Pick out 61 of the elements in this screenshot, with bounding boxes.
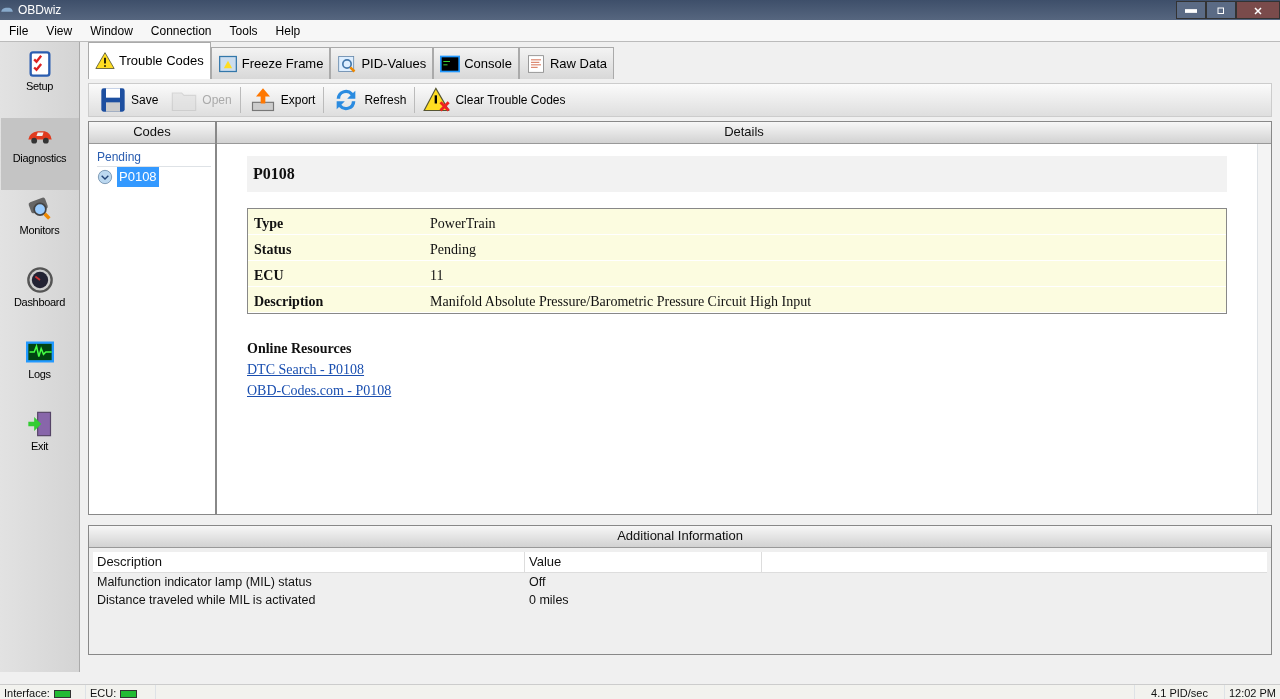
menu-item[interactable]: Help [266,18,310,43]
warning-clear-icon [423,86,452,114]
status-label: ECU: [90,686,117,699]
toolbar-button[interactable]: Export [244,84,320,116]
field-value: 11 [429,267,445,285]
table-cell-text: Malfunction indicator lamp (MIL) status [96,573,313,591]
maximize-button[interactable] [1206,1,1236,19]
sidebar-item[interactable]: Setup [0,46,79,118]
menu-item[interactable]: Connection [141,18,221,43]
panel-header: Additional Information [89,526,1271,548]
gauge-icon [25,266,54,294]
expand-icon [97,168,113,185]
status-text: 4.1 PID/sec [1134,685,1224,699]
field-value: Manifold Absolute Pressure/Barometric Pressure Circuit High Input [429,293,813,311]
menu-item[interactable]: Tools [220,18,267,43]
section-title: Online Resources [247,340,353,358]
exit-door-icon [25,410,54,438]
field-value: PowerTrain [429,215,497,233]
close-button[interactable] [1236,1,1280,19]
sidebar-item[interactable]: Logs [0,334,79,406]
toolbar-button[interactable]: Clear Trouble Codes [419,84,570,116]
tab[interactable]: Freeze Frame [210,47,331,79]
field-label: ECU [253,267,285,285]
tab[interactable]: Raw Data [518,47,614,79]
minimize-button[interactable] [1176,1,1206,19]
tab[interactable]: Trouble Codes [88,42,211,79]
column-header: Description [93,552,525,572]
status-time: 12:02 PM [1223,685,1280,699]
calendar-warning-icon [217,53,238,74]
menu-item[interactable]: Window [81,18,142,43]
tab[interactable]: PID-Values [330,47,434,79]
toolbar-button[interactable]: Refresh [328,84,411,116]
sidebar-item[interactable]: Dashboard [0,262,79,334]
table-cell-text: 0 miles [528,592,570,610]
table-cell-text: Off [528,573,547,591]
warning-icon [95,51,115,71]
window-title: OBDwiz [18,2,62,19]
column-header: Value [525,552,762,572]
sidebar-item[interactable]: Monitors [0,190,79,262]
status-label: Interface: [4,686,50,699]
field-label: Status [253,241,293,259]
resource-link[interactable]: DTC Search - P0108 [247,362,365,377]
sidebar-item[interactable]: Exit [0,406,79,478]
code-title: P0108 [247,156,1227,192]
magnifier-icon [337,53,358,74]
document-icon [525,53,546,74]
field-label: Type [253,215,285,233]
resource-link[interactable]: OBD-Codes.com - P0108 [247,383,392,398]
table-cell-text: Distance traveled while MIL is activated [96,592,317,610]
field-value: Pending [429,241,477,259]
scrollbar[interactable] [1257,144,1271,514]
toolbar-button[interactable]: Save [95,84,163,116]
menu-item[interactable]: File [0,18,38,43]
tab[interactable]: Console [433,47,519,79]
field-label: Description [253,293,325,311]
column-header: Details [217,122,1271,144]
column-header: Codes [89,122,215,144]
minimize-icon [1185,9,1197,14]
sidebar-item[interactable]: Diagnostics [0,118,79,190]
terminal-icon [440,53,461,74]
menu-item[interactable]: View [37,18,82,43]
